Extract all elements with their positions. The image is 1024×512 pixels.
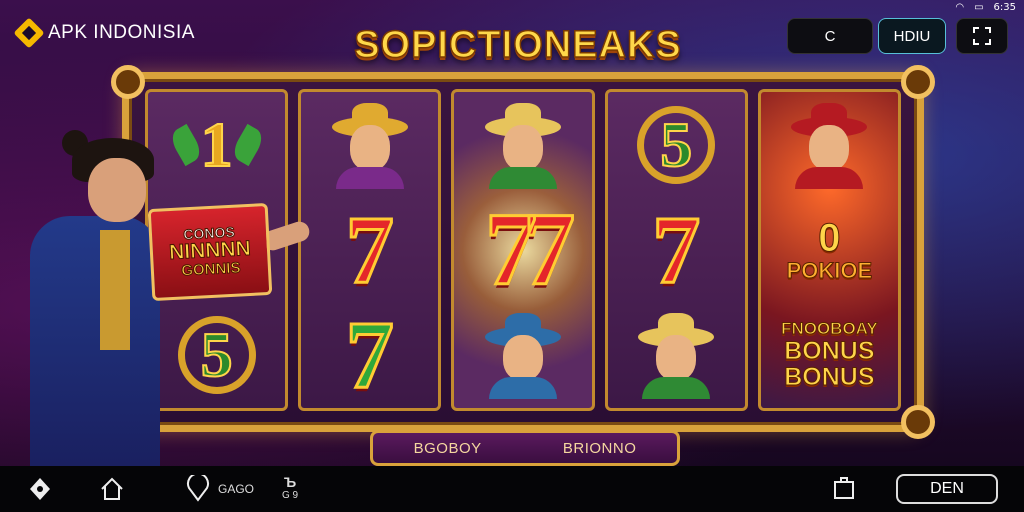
cowboy-icon: [636, 313, 716, 400]
seven-icon: 77: [484, 191, 577, 307]
symbol-seven: 7: [620, 195, 732, 303]
location-label: GAGO: [218, 482, 255, 496]
bonus-line-2: BONUS: [784, 336, 875, 365]
leaf-icon: [167, 123, 205, 166]
poker-label: POKIOE: [786, 258, 873, 284]
symbol-bonus: FNOOBOAY BONUS BONUS: [773, 307, 885, 403]
shield-icon: [30, 478, 50, 500]
queen-icon: [330, 102, 410, 189]
symbol-five: 5: [620, 97, 732, 193]
symbol-scarf-girl: [467, 307, 579, 403]
bottom-bar: GAGO Ъ G 9 DEN: [0, 466, 1024, 512]
brand[interactable]: APK INDONISIA: [13, 17, 195, 49]
symbol-red-hood: [773, 97, 885, 193]
symbol-cowboy: [620, 307, 732, 403]
expand-button[interactable]: [956, 18, 1008, 54]
promo-sign[interactable]: CONOS NINNNN GONNIS: [147, 202, 273, 302]
reel-2[interactable]: 7 7: [298, 89, 442, 411]
bottom-plaque: BGOBOY BRIONNO: [370, 430, 680, 466]
frame-corner: [901, 405, 935, 439]
leaf-icon: [229, 123, 267, 166]
symbol-five: 5: [161, 307, 273, 403]
ring-icon: [637, 105, 716, 184]
plaque-left-label: BGOBOY: [413, 439, 482, 457]
symbol-seven: 7: [314, 301, 426, 409]
seven-icon: 7: [344, 301, 395, 409]
symbol-cowboy: [467, 97, 579, 193]
cowboy-icon: [483, 102, 563, 189]
save-button[interactable]: [830, 474, 858, 504]
header-button-circle[interactable]: C: [787, 18, 873, 54]
expand-icon: [973, 27, 991, 45]
circle-icon: C: [824, 27, 836, 45]
symbol-double-seven: 77: [467, 196, 579, 303]
home-button[interactable]: [98, 474, 126, 504]
tool-label: G 9: [282, 490, 299, 501]
seven-icon: 7: [651, 195, 702, 303]
location-button[interactable]: GAGO: [184, 474, 254, 504]
plaque-right-label: BRIONNO: [562, 439, 637, 457]
tool-button[interactable]: Ъ G 9: [282, 474, 298, 504]
red-hood-icon: [789, 102, 869, 189]
seven-icon: 7: [344, 195, 395, 303]
save-icon: [834, 477, 854, 499]
reel-3[interactable]: 77: [451, 89, 595, 411]
shield-button[interactable]: [26, 474, 54, 504]
home-icon: [101, 477, 123, 500]
promo-line-3: GONNIS: [180, 259, 241, 280]
tool-icon: Ъ: [283, 474, 297, 490]
symbol-number: 1: [200, 108, 234, 180]
poker-chip: 0: [818, 216, 841, 261]
brand-name: APK INDONISIA: [48, 22, 195, 43]
den-button[interactable]: DEN: [896, 474, 998, 504]
frame-corner: [111, 65, 145, 99]
symbol-poker: 0 POKIOE: [773, 202, 885, 298]
brand-logo-icon: [13, 17, 45, 49]
game-title: SOPICTIONEAKS: [353, 23, 682, 67]
reel-4[interactable]: 5 7: [604, 89, 748, 411]
frame-corner: [901, 65, 935, 99]
bonus-line-1: FNOOBOAY: [781, 319, 879, 339]
header-button-label: HDIU: [893, 27, 931, 45]
top-bar: APK INDONISIA SOPICTIONEAKS C HDIU: [0, 10, 1024, 67]
ring-icon: [177, 316, 256, 395]
symbol-seven: 7: [314, 195, 426, 303]
reel-5[interactable]: 0 POKIOE FNOOBOAY BONUS BONUS: [757, 89, 902, 411]
location-icon: [187, 475, 209, 502]
symbol-one: 1: [161, 97, 273, 193]
scarf-girl-icon: [483, 313, 563, 400]
header-button-hdiu[interactable]: HDIU: [878, 18, 946, 54]
bonus-line-3: BONUS: [784, 363, 875, 392]
host-character: [0, 120, 160, 466]
symbol-queen: [314, 97, 426, 193]
